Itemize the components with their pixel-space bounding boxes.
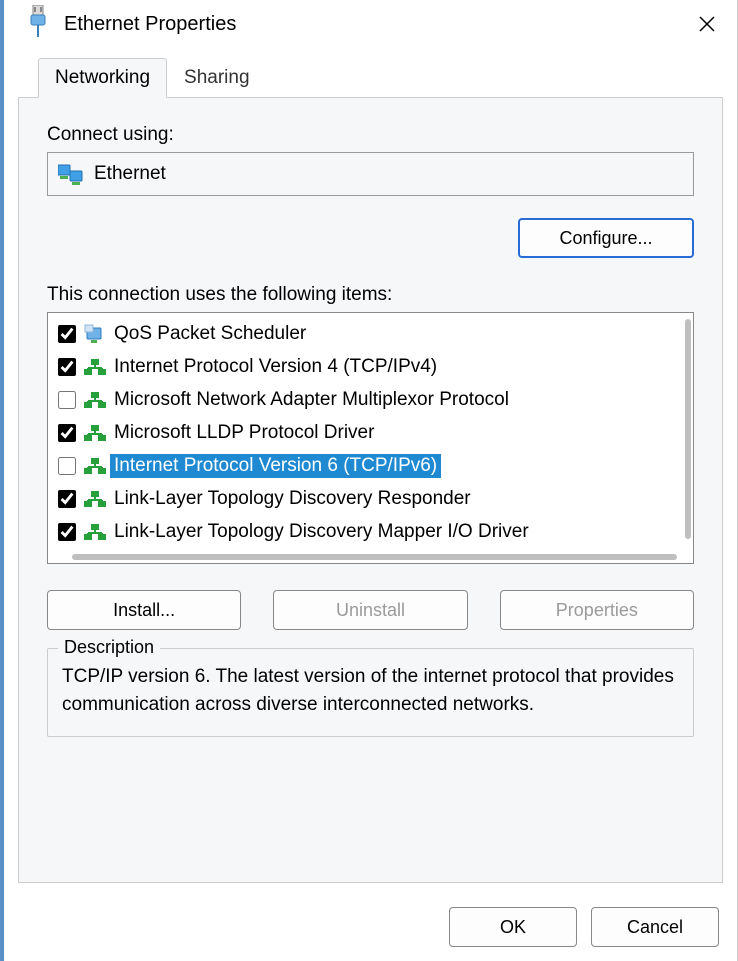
protocol-icon bbox=[84, 489, 106, 509]
list-item[interactable]: Internet Protocol Version 4 (TCP/IPv4) bbox=[56, 350, 677, 383]
list-item[interactable]: Microsoft LLDP Protocol Driver bbox=[56, 416, 677, 449]
adapter-name: Ethernet bbox=[94, 163, 166, 185]
description-legend: Description bbox=[58, 637, 160, 658]
close-icon bbox=[698, 15, 716, 33]
scrollbar-vertical[interactable] bbox=[685, 319, 691, 539]
item-label: QoS Packet Scheduler bbox=[110, 322, 310, 346]
uninstall-button[interactable]: Uninstall bbox=[273, 590, 467, 630]
item-checkbox[interactable] bbox=[58, 391, 76, 409]
protocol-icon bbox=[84, 390, 106, 410]
list-item[interactable]: QoS Packet Scheduler bbox=[56, 317, 677, 350]
item-label: Microsoft Network Adapter Multiplexor Pr… bbox=[110, 388, 513, 412]
item-label: Link-Layer Topology Discovery Mapper I/O… bbox=[110, 520, 533, 544]
item-label: Microsoft LLDP Protocol Driver bbox=[110, 421, 378, 445]
item-checkbox[interactable] bbox=[58, 457, 76, 475]
item-label: Internet Protocol Version 6 (TCP/IPv6) bbox=[110, 454, 441, 478]
nic-icon bbox=[58, 163, 84, 185]
list-item[interactable]: Microsoft Network Adapter Multiplexor Pr… bbox=[56, 383, 677, 416]
items-caption: This connection uses the following items… bbox=[47, 284, 694, 306]
item-checkbox[interactable] bbox=[58, 523, 76, 541]
item-checkbox[interactable] bbox=[58, 358, 76, 376]
description-text: TCP/IP version 6. The latest version of … bbox=[62, 663, 679, 718]
qos-icon bbox=[84, 324, 106, 344]
ethernet-plug-icon bbox=[28, 5, 48, 39]
close-button[interactable] bbox=[691, 8, 723, 40]
item-label: Link-Layer Topology Discovery Responder bbox=[110, 487, 475, 511]
properties-button[interactable]: Properties bbox=[500, 590, 694, 630]
description-group: Description TCP/IP version 6. The latest… bbox=[47, 648, 694, 737]
dialog-footer: OK Cancel bbox=[449, 907, 719, 947]
tab-panel-networking: Connect using: Ethernet Configure... Thi… bbox=[18, 98, 723, 883]
item-checkbox[interactable] bbox=[58, 325, 76, 343]
item-checkbox[interactable] bbox=[58, 424, 76, 442]
protocol-icon bbox=[84, 456, 106, 476]
adapter-display[interactable]: Ethernet bbox=[47, 152, 694, 196]
list-item[interactable]: Internet Protocol Version 6 (TCP/IPv6) bbox=[56, 449, 677, 482]
ok-button[interactable]: OK bbox=[449, 907, 577, 947]
cancel-button[interactable]: Cancel bbox=[591, 907, 719, 947]
list-item[interactable]: Link-Layer Topology Discovery Mapper I/O… bbox=[56, 515, 677, 548]
tabstrip: Networking Sharing bbox=[18, 58, 723, 98]
protocol-icon bbox=[84, 357, 106, 377]
window-title: Ethernet Properties bbox=[64, 13, 691, 36]
item-label: Internet Protocol Version 4 (TCP/IPv4) bbox=[110, 355, 441, 379]
item-checkbox[interactable] bbox=[58, 490, 76, 508]
connect-using-label: Connect using: bbox=[47, 124, 694, 146]
tab-networking[interactable]: Networking bbox=[38, 58, 167, 98]
items-listbox[interactable]: QoS Packet Scheduler Internet Protocol Ve… bbox=[47, 312, 694, 564]
titlebar: Ethernet Properties bbox=[4, 0, 737, 48]
configure-button[interactable]: Configure... bbox=[518, 218, 694, 258]
scrollbar-horizontal[interactable] bbox=[72, 554, 677, 560]
protocol-icon bbox=[84, 522, 106, 542]
list-item[interactable]: Link-Layer Topology Discovery Responder bbox=[56, 482, 677, 515]
tab-sharing[interactable]: Sharing bbox=[167, 58, 267, 97]
install-button[interactable]: Install... bbox=[47, 590, 241, 630]
protocol-icon bbox=[84, 423, 106, 443]
